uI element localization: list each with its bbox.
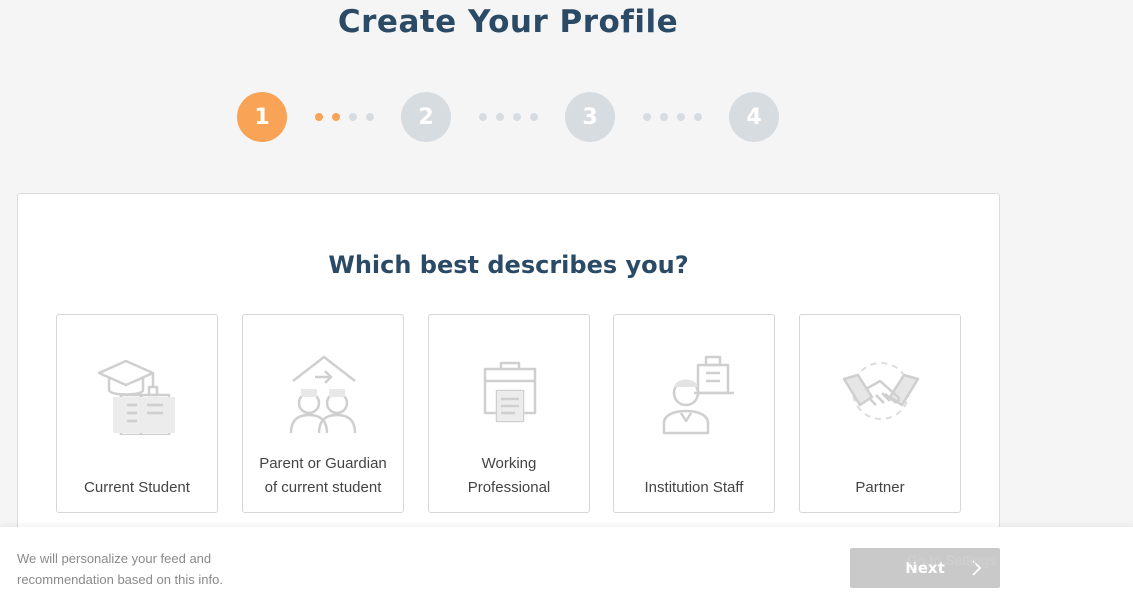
parent-guardian-icon: [289, 355, 357, 434]
question-heading: Which best describes you?: [328, 251, 689, 279]
option-label: Parent or Guardian of current student: [259, 455, 387, 496]
step-1: 1: [237, 92, 287, 142]
option-label: Partner: [855, 479, 905, 496]
step-connector: [451, 113, 565, 121]
briefcase-icon: [483, 361, 537, 423]
option-working-professional[interactable]: Working Professional: [428, 314, 590, 513]
footer-bar: We will personalize your feed and recomm…: [0, 527, 1133, 592]
option-label: Current Student: [84, 479, 190, 496]
go-to-settings-link[interactable]: Go to Settings: [907, 552, 996, 568]
option-label: Institution Staff: [644, 479, 744, 496]
step-2: 2: [401, 92, 451, 142]
option-label: Working Professional: [467, 455, 551, 496]
step-connector: [615, 113, 729, 121]
handshake-icon: [842, 362, 920, 420]
student-icon: [97, 359, 175, 435]
step-connector: [287, 113, 401, 121]
step-4: 4: [729, 92, 779, 142]
step-3: 3: [565, 92, 615, 142]
option-institution-staff[interactable]: Institution Staff: [613, 314, 775, 513]
option-parent-guardian[interactable]: Parent or Guardian of current student: [242, 314, 404, 513]
personalization-note: We will personalize your feed and recomm…: [17, 551, 223, 587]
option-partner[interactable]: Partner: [799, 314, 961, 513]
progress-stepper: 1 2 3 4: [237, 92, 779, 142]
page-title: Create Your Profile: [337, 4, 679, 40]
institution-staff-icon: [662, 355, 734, 435]
option-current-student[interactable]: Current Student: [56, 314, 218, 513]
